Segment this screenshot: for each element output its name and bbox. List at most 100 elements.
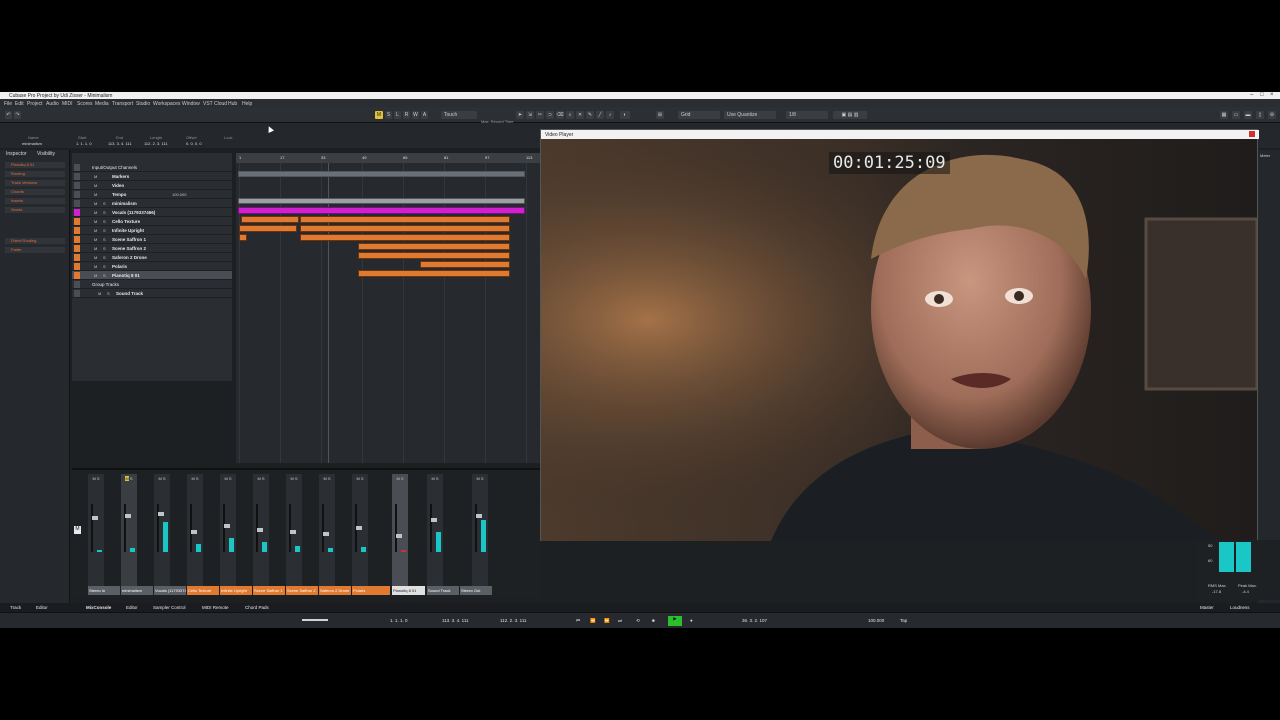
inspector-section-inserts[interactable]: Inserts xyxy=(5,198,65,204)
channel-label[interactable]: Sound Track xyxy=(427,586,459,595)
draw-tool-icon[interactable]: ✎ xyxy=(586,111,594,119)
snap-icon[interactable]: ⊞ xyxy=(656,111,664,119)
channel-label[interactable]: minimalism xyxy=(121,586,153,595)
track-name[interactable]: minimalism xyxy=(112,201,137,206)
mute-button[interactable]: M xyxy=(94,174,97,179)
position-display[interactable]: 36. 3. 2. 107 xyxy=(742,618,767,623)
track-row[interactable]: Input/Output Channels xyxy=(72,163,232,172)
channel-label[interactable]: Scene Saffron 1 xyxy=(253,586,285,595)
channel-ms[interactable]: M S xyxy=(319,476,335,481)
channel-ms[interactable]: M S xyxy=(253,476,269,481)
tab-mixconsole[interactable]: MixConsole xyxy=(86,605,111,610)
track-name[interactable]: Markers xyxy=(112,174,129,179)
track-name[interactable]: Polaris xyxy=(112,264,127,269)
info-end-value[interactable]: 113. 3. 4. 111 xyxy=(108,141,132,146)
midi-part[interactable] xyxy=(239,234,247,241)
track-name[interactable]: Group Tracks xyxy=(92,282,119,287)
mute-button[interactable]: M xyxy=(94,183,97,188)
right-zone-icon[interactable]: ▯ xyxy=(1256,111,1264,119)
record-button[interactable]: ● xyxy=(690,618,693,623)
quantize-value-select[interactable]: 1/8 xyxy=(786,111,828,119)
inspector-section-direct-routing[interactable]: Direct Routing xyxy=(5,238,65,244)
glue-tool-icon[interactable]: ⊃ xyxy=(546,111,554,119)
track-row[interactable]: M S Vocals (1179337466) xyxy=(72,208,232,217)
inspector-section-track[interactable]: Pianotiq 8 01 xyxy=(5,162,65,168)
track-row[interactable]: M Markers xyxy=(72,172,232,181)
listen-button[interactable]: L xyxy=(394,111,401,119)
zoom-tool-icon[interactable]: ⌕ xyxy=(566,111,574,119)
mute-button[interactable]: M xyxy=(94,192,97,197)
snap-type-select[interactable]: Grid xyxy=(678,111,720,119)
video-thumbnails[interactable] xyxy=(238,171,525,177)
channel-label[interactable]: Polaris xyxy=(352,586,390,595)
solo-button[interactable]: S xyxy=(103,255,106,260)
fader-handle[interactable] xyxy=(257,528,263,532)
track-name[interactable]: Saferon 2 Drone xyxy=(112,255,147,260)
mixer-toggle-icon[interactable]: M xyxy=(74,526,81,534)
fader-handle[interactable] xyxy=(290,530,296,534)
fader-handle[interactable] xyxy=(158,512,164,516)
channel-ms[interactable]: M S xyxy=(154,476,170,481)
object-selection-tool-icon[interactable]: ➤ xyxy=(516,111,524,119)
track-name[interactable]: Pianotiq 8 01 xyxy=(112,273,140,278)
undo-icon[interactable]: ↶ xyxy=(5,111,12,119)
redo-icon[interactable]: ↷ xyxy=(14,111,21,119)
solo-button[interactable]: S xyxy=(103,264,106,269)
channel-label[interactable]: Cello Texture xyxy=(187,586,219,595)
track-name[interactable]: Infinite Upright xyxy=(112,228,144,233)
track-row[interactable]: M S Infinite Upright xyxy=(72,226,232,235)
audio-event-vocals[interactable] xyxy=(238,207,525,214)
midi-part[interactable] xyxy=(300,234,510,241)
mute-button[interactable]: M xyxy=(94,228,97,233)
midi-part[interactable] xyxy=(241,216,299,223)
automation-mode-select[interactable]: Touch xyxy=(441,111,477,119)
video-close-icon[interactable] xyxy=(1249,131,1255,137)
solo-button[interactable]: S xyxy=(103,219,106,224)
line-tool-icon[interactable]: ╱ xyxy=(596,111,604,119)
arrange-window[interactable] xyxy=(236,163,540,463)
track-row[interactable]: M S Scene Saffron 1 xyxy=(72,235,232,244)
midi-part[interactable] xyxy=(358,243,510,250)
tempo-value[interactable]: 100.000 xyxy=(172,192,186,197)
mute-global-button[interactable]: M xyxy=(375,111,383,119)
channel-ms[interactable]: M S xyxy=(427,476,443,481)
solo-button[interactable]: S xyxy=(103,273,106,278)
channel-ms[interactable]: M S xyxy=(88,476,104,481)
track-name[interactable]: Tempo xyxy=(112,192,126,197)
solo-button[interactable]: S xyxy=(107,291,110,296)
pre-roll-slider[interactable] xyxy=(302,619,328,621)
midi-part[interactable] xyxy=(358,252,510,259)
tab-midi-remote[interactable]: MIDI Remote xyxy=(202,605,229,610)
mute-button[interactable]: M xyxy=(98,291,101,296)
left-locator[interactable]: 1. 1. 1. 0 xyxy=(390,618,408,623)
erase-tool-icon[interactable]: ⌫ xyxy=(556,111,564,119)
channel-ms[interactable]: M S xyxy=(220,476,236,481)
track-row[interactable]: M S Saferon 2 Drone xyxy=(72,253,232,262)
fader-handle[interactable] xyxy=(431,518,437,522)
audio-event-minimalism[interactable] xyxy=(238,198,525,204)
tab-sampler-control[interactable]: Sampler Control xyxy=(153,605,186,610)
fader-handle[interactable] xyxy=(92,516,98,520)
mute-button[interactable]: M xyxy=(94,219,97,224)
channel-ms[interactable]: M S xyxy=(286,476,302,481)
channel-label[interactable]: Stereo In xyxy=(88,586,120,595)
write-button[interactable]: W xyxy=(412,111,419,119)
mute-button[interactable]: M xyxy=(94,210,97,215)
tab-visibility[interactable]: Visibility xyxy=(37,151,55,157)
channel-label[interactable]: Vocals (1179337466) xyxy=(154,586,186,595)
play-tool-icon[interactable]: ♪ xyxy=(606,111,614,119)
mute-button[interactable]: M xyxy=(94,273,97,278)
track-row[interactable]: M Tempo 100.000 xyxy=(72,190,232,199)
channel-label[interactable]: Stereo Out xyxy=(460,586,492,595)
track-name[interactable]: Input/Output Channels xyxy=(92,165,137,170)
channel-label[interactable]: Saferon 2 Drone xyxy=(319,586,351,595)
track-name[interactable]: Cello Texture xyxy=(112,219,140,224)
go-to-end-icon[interactable]: ⏭ xyxy=(618,618,622,623)
fader-handle[interactable] xyxy=(356,526,362,530)
quantize-mode-select[interactable]: Use Quantize xyxy=(724,111,776,119)
view-toggles[interactable]: ▣ ▤ ▥ xyxy=(833,111,867,119)
automation-button[interactable]: A xyxy=(421,111,428,119)
forward-icon[interactable]: ⏩ xyxy=(604,618,610,624)
cycle-icon[interactable]: ⟲ xyxy=(636,618,640,624)
tab-inspector[interactable]: Inspector xyxy=(6,151,27,157)
